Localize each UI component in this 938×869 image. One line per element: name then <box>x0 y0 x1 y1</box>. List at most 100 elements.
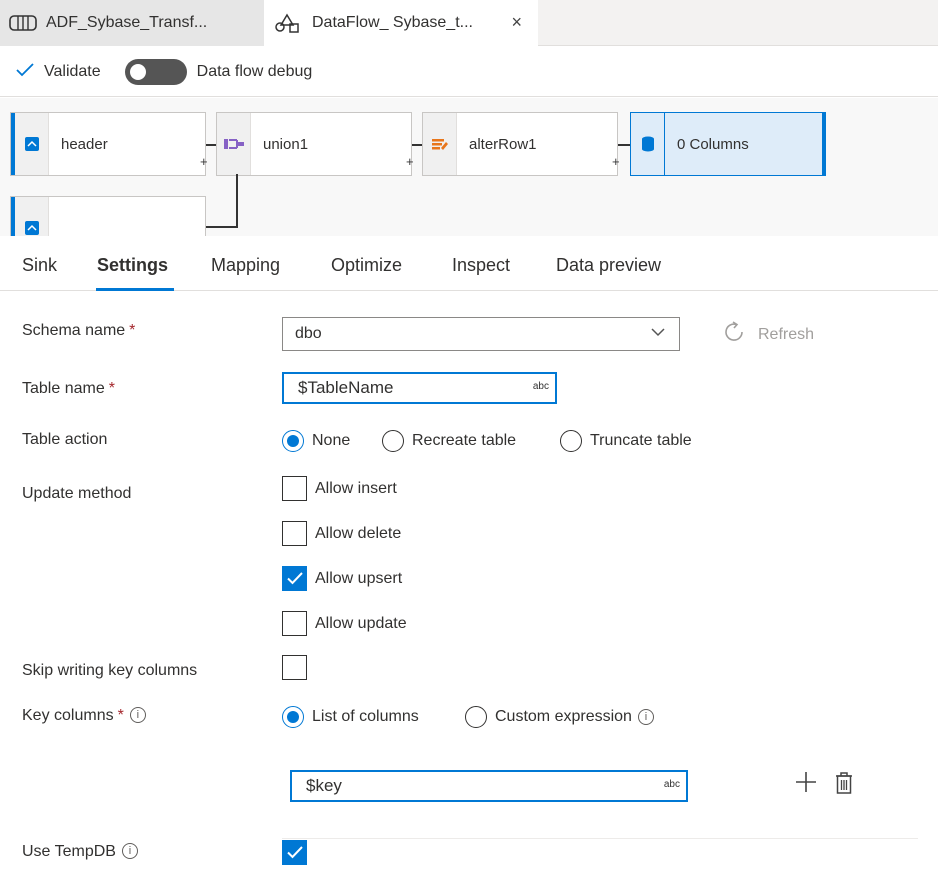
delete-icon[interactable] <box>834 771 854 802</box>
schema-name-label: Schema name * <box>22 322 136 339</box>
info-icon: i <box>121 843 138 859</box>
table-action-truncate[interactable]: Truncate table <box>560 430 692 452</box>
checkbox-checked <box>282 840 307 865</box>
add-transform-button[interactable]: + <box>612 154 620 169</box>
chevron-down-icon <box>651 324 665 340</box>
validate-button[interactable]: Validate <box>16 60 101 83</box>
checkbox-label: Allow insert <box>315 479 397 497</box>
flow-node-data[interactable]: data <box>10 196 206 236</box>
close-icon[interactable]: × <box>511 12 522 33</box>
radio-selected <box>282 706 304 728</box>
radio-unselected <box>560 430 582 452</box>
abc-icon: abc <box>532 381 549 392</box>
tab-settings[interactable]: Settings <box>97 255 168 276</box>
flow-node-label: union1 <box>263 135 309 153</box>
checkbox-checked <box>282 566 307 591</box>
checkbox-box <box>282 476 307 501</box>
allow-upsert-checkbox[interactable]: Allow upsert <box>282 566 402 591</box>
tab-optimize[interactable]: Optimize <box>331 255 402 276</box>
divider <box>282 838 918 839</box>
schema-name-value: dbo <box>295 325 322 342</box>
allow-insert-checkbox[interactable]: Allow insert <box>282 476 397 501</box>
flow-node-label: alterRow1 <box>469 135 537 153</box>
table-action-label: Table action <box>22 431 108 448</box>
allow-delete-checkbox[interactable]: Allow delete <box>282 521 401 546</box>
radio-label: List of columns <box>312 708 419 725</box>
toolbar: Validate Data flow debug <box>0 47 938 97</box>
selected-bar <box>11 113 15 175</box>
skip-key-columns-label: Skip writing key columns <box>22 662 198 679</box>
tab-mapping[interactable]: Mapping <box>211 255 280 276</box>
table-name-label: Table name * <box>22 380 115 397</box>
radio-label: Custom expression <box>495 708 632 725</box>
connector-line <box>206 226 238 228</box>
checkmark-icon <box>16 60 34 83</box>
editor-tab-bar: ADF_Sybase_Transf... DataFlow_ Sybase_t.… <box>0 0 938 47</box>
add-transform-button[interactable]: + <box>406 154 414 169</box>
tab-data-preview[interactable]: Data preview <box>556 255 661 276</box>
radio-label: Recreate table <box>412 432 517 449</box>
key-column-value: $key <box>306 776 342 795</box>
key-list-of-columns-radio[interactable]: List of columns <box>282 706 419 728</box>
use-tempdb-label: Use TempDB i <box>22 843 138 861</box>
active-tab-indicator <box>96 288 174 291</box>
checkbox-box <box>282 521 307 546</box>
toggle-knob <box>129 63 146 80</box>
flow-node-alterrow1[interactable]: alterRow1 <box>422 112 618 176</box>
dataflow-icon <box>274 12 304 34</box>
tab-inspect[interactable]: Inspect <box>452 255 510 276</box>
tab-dataflow[interactable]: DataFlow_ Sybase_t... × <box>264 0 538 47</box>
key-custom-expression-radio[interactable]: Custom expression i <box>465 706 654 728</box>
selected-bar <box>11 197 15 236</box>
key-columns-label: Key columns * i <box>22 707 146 725</box>
table-name-input[interactable]: $TableName abc <box>282 372 557 404</box>
use-tempdb-checkbox[interactable] <box>282 840 315 865</box>
schema-name-select[interactable]: dbo <box>282 317 680 351</box>
refresh-label: Refresh <box>758 326 815 343</box>
update-method-label: Update method <box>22 485 132 502</box>
tab-pipeline[interactable]: ADF_Sybase_Transf... <box>0 0 264 46</box>
abc-icon: abc <box>663 779 680 790</box>
info-icon: i <box>637 709 654 725</box>
tab-pipeline-label: ADF_Sybase_Transf... <box>46 14 208 31</box>
info-icon: i <box>129 707 146 723</box>
data-flow-debug-toggle[interactable] <box>124 58 187 85</box>
connector-line <box>236 174 238 228</box>
flow-node-sink[interactable]: 0 Columns <box>630 112 826 176</box>
refresh-icon <box>722 320 746 350</box>
radio-unselected <box>382 430 404 452</box>
checkbox-label: Allow update <box>315 614 407 632</box>
data-flow-canvas[interactable]: header + union1 + alterRow1 + 0 Columns … <box>0 98 938 236</box>
flow-node-label: 0 Columns <box>677 135 749 153</box>
sink-icon <box>631 113 665 175</box>
flow-node-union1[interactable]: union1 <box>216 112 412 176</box>
checkbox-box <box>282 655 307 680</box>
source-icon <box>15 197 49 236</box>
selected-bar <box>822 113 826 175</box>
add-icon[interactable] <box>794 770 818 801</box>
table-action-none[interactable]: None <box>282 430 350 452</box>
key-column-input[interactable]: $key abc <box>290 770 688 802</box>
table-action-recreate[interactable]: Recreate table <box>382 430 516 452</box>
refresh-button[interactable]: Refresh <box>722 320 814 350</box>
sink-settings-tabs: Sink Settings Mapping Optimize Inspect D… <box>0 237 938 291</box>
radio-label: None <box>312 432 351 449</box>
pipeline-icon <box>8 14 38 32</box>
checkbox-label: Allow delete <box>315 524 402 542</box>
table-name-value: $TableName <box>298 378 394 397</box>
allow-update-checkbox[interactable]: Allow update <box>282 611 407 636</box>
source-icon <box>15 113 49 175</box>
skip-key-columns-checkbox[interactable] <box>282 655 315 680</box>
flow-node-header[interactable]: header <box>10 112 206 176</box>
flow-node-label: header <box>61 135 108 153</box>
checkbox-box <box>282 611 307 636</box>
alter-row-icon <box>423 113 457 175</box>
radio-selected <box>282 430 304 452</box>
checkbox-label: Allow upsert <box>315 569 403 587</box>
add-transform-button[interactable]: + <box>200 154 208 169</box>
radio-label: Truncate table <box>590 432 692 449</box>
data-flow-debug-label: Data flow debug <box>196 62 313 80</box>
tab-sink[interactable]: Sink <box>22 255 57 276</box>
radio-unselected <box>465 706 487 728</box>
tab-dataflow-label: DataFlow_ Sybase_t... <box>312 13 473 31</box>
